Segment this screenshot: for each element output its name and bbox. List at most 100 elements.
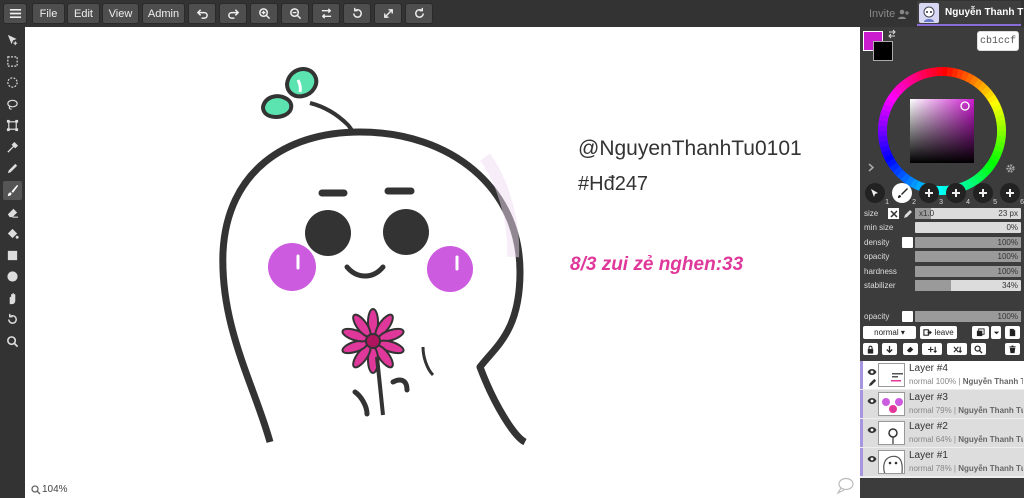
blend-mode-select[interactable]: normal ▾ bbox=[863, 326, 916, 339]
rotate-left-button[interactable] bbox=[343, 3, 371, 24]
layer-item[interactable]: Layer #4 normal 100% | Nguyễn Thanh Tú bbox=[860, 361, 1024, 389]
user-badge[interactable]: Nguyễn Thanh Tú bbox=[917, 1, 1024, 26]
stabilizer-value: 34% bbox=[1001, 281, 1018, 290]
eye-icon[interactable] bbox=[867, 368, 877, 376]
paint-bucket-icon bbox=[7, 228, 19, 239]
hand-tool[interactable] bbox=[3, 289, 22, 308]
eye-icon[interactable] bbox=[867, 426, 877, 434]
new-layer-button[interactable] bbox=[1005, 326, 1020, 339]
delete-layer-button[interactable] bbox=[1005, 343, 1020, 355]
admin-menu-button[interactable]: Admin bbox=[142, 3, 185, 24]
brush-icon bbox=[7, 184, 19, 197]
zoom-in-button[interactable] bbox=[250, 3, 278, 24]
brush-slot-3[interactable]: 3 bbox=[919, 183, 943, 206]
hex-color-input[interactable]: cb1ccf bbox=[977, 31, 1019, 51]
brush-slot-5[interactable]: 5 bbox=[973, 183, 997, 206]
plus-icon bbox=[925, 189, 933, 197]
layer-menu-dropdown[interactable] bbox=[991, 326, 1001, 339]
stabilizer-slider[interactable]: 34% bbox=[915, 280, 1021, 291]
brush-tool[interactable] bbox=[3, 181, 22, 200]
rotate-right-button[interactable] bbox=[405, 3, 433, 24]
fullscreen-button[interactable] bbox=[374, 3, 402, 24]
size-slider[interactable]: x1.0 23 px bbox=[915, 208, 1021, 219]
layer-owner: Nguyễn Thanh Tú bbox=[958, 406, 1023, 415]
add-user-icon[interactable] bbox=[897, 8, 909, 20]
pen-tool[interactable] bbox=[3, 159, 22, 178]
drawing-canvas[interactable]: @NguyenThanhTu0101 #Hđ247 8/3 zui zẻ ngh… bbox=[25, 27, 860, 498]
circle-icon bbox=[7, 271, 18, 282]
pressure-size-toggle[interactable] bbox=[888, 208, 899, 219]
lock-layer-button[interactable] bbox=[863, 343, 878, 355]
layer-search-button[interactable] bbox=[971, 343, 986, 355]
layer-meta: normal 64% | Nguyễn Thanh Tú bbox=[909, 435, 1023, 444]
ellipse-select-tool[interactable] bbox=[3, 73, 22, 92]
pen-pressure-toggle[interactable] bbox=[902, 208, 913, 219]
layer-name: Layer #3 bbox=[909, 392, 948, 403]
fill-bucket-tool[interactable] bbox=[3, 224, 22, 243]
expand-icon bbox=[383, 9, 393, 18]
hamburger-menu-button[interactable] bbox=[3, 3, 27, 24]
transform-icon bbox=[6, 119, 19, 132]
rotate-left-icon bbox=[352, 7, 362, 18]
layer-owner: Nguyễn Thanh Tú bbox=[958, 464, 1023, 473]
density-value: 100% bbox=[997, 238, 1018, 247]
duplicate-layer-button[interactable] bbox=[972, 326, 989, 339]
density-pressure-checkbox[interactable] bbox=[902, 237, 913, 248]
eye-icon[interactable] bbox=[867, 455, 877, 463]
undo-button[interactable] bbox=[188, 3, 216, 24]
density-slider[interactable]: 100% bbox=[915, 237, 1021, 248]
lasso-tool[interactable] bbox=[3, 95, 22, 114]
layer-item[interactable]: Layer #3 normal 79% | Nguyễn Thanh Tú bbox=[860, 390, 1024, 418]
edit-menu-button[interactable]: Edit bbox=[67, 3, 100, 24]
ellipse-tool[interactable] bbox=[3, 267, 22, 286]
brush-slot-number: 6 bbox=[1020, 199, 1024, 206]
file-menu-button[interactable]: File bbox=[32, 3, 65, 24]
eye-icon[interactable] bbox=[867, 397, 877, 405]
chevron-right-icon[interactable] bbox=[866, 163, 875, 172]
brush-slot-6[interactable]: 6 bbox=[1000, 183, 1024, 206]
clear-layer-button[interactable] bbox=[903, 343, 918, 355]
rect-select-tool[interactable] bbox=[3, 52, 22, 71]
merge-layers-button[interactable] bbox=[922, 343, 942, 355]
size-label: size bbox=[864, 209, 879, 218]
flip-canvas-button[interactable] bbox=[312, 3, 340, 24]
min-size-slider[interactable]: 0% bbox=[915, 222, 1021, 233]
stabilizer-label: stabilizer bbox=[864, 281, 896, 290]
zoom-out-button[interactable] bbox=[281, 3, 309, 24]
layer-opacity: 64% bbox=[935, 435, 952, 444]
cut-merge-button[interactable] bbox=[947, 343, 967, 355]
opacity-slider[interactable]: 100% bbox=[915, 251, 1021, 262]
lock-alpha-checkbox[interactable] bbox=[902, 311, 913, 322]
opacity-label: opacity bbox=[864, 252, 890, 261]
eyedropper-tool[interactable] bbox=[3, 138, 22, 157]
layer-item[interactable]: Layer #2 normal 64% | Nguyễn Thanh Tú bbox=[860, 419, 1024, 447]
view-menu-button[interactable]: View bbox=[102, 3, 139, 24]
gear-icon[interactable] bbox=[1005, 163, 1016, 174]
hardness-slider[interactable]: 100% bbox=[915, 266, 1021, 277]
invite-link[interactable]: Invite bbox=[869, 8, 895, 20]
zoom-out-icon bbox=[289, 8, 301, 20]
transform-tool[interactable] bbox=[3, 116, 22, 135]
color-wheel[interactable] bbox=[877, 66, 1007, 196]
secondary-color-swatch[interactable] bbox=[873, 41, 893, 61]
size-multiplier[interactable]: x1.0 bbox=[919, 208, 934, 219]
redo-button[interactable] bbox=[219, 3, 247, 24]
brush-icon bbox=[898, 188, 908, 198]
eraser-tool[interactable] bbox=[3, 203, 22, 222]
merge-down-button[interactable] bbox=[882, 343, 897, 355]
brush-slot-4[interactable]: 4 bbox=[946, 183, 970, 206]
zoom-tool[interactable] bbox=[3, 332, 22, 351]
leave-button[interactable]: leave bbox=[920, 326, 957, 339]
artwork-handle-text: @NguyenThanhTu0101 bbox=[578, 137, 802, 160]
brush-slot-1[interactable]: 1 bbox=[865, 183, 889, 206]
rotate-tool[interactable] bbox=[3, 310, 22, 329]
layer-item[interactable]: Layer #1 normal 78% | Nguyễn Thanh Tú bbox=[860, 448, 1024, 476]
layer-opacity-slider[interactable]: 100% bbox=[915, 311, 1021, 322]
chat-bubble-icon[interactable] bbox=[836, 477, 854, 494]
brush-slot-2[interactable]: 2 bbox=[892, 183, 916, 206]
move-tool[interactable] bbox=[3, 30, 22, 49]
rectangle-tool[interactable] bbox=[3, 246, 22, 265]
search-icon bbox=[974, 344, 983, 354]
swap-colors-icon[interactable] bbox=[887, 29, 897, 39]
hamburger-icon bbox=[9, 8, 21, 19]
